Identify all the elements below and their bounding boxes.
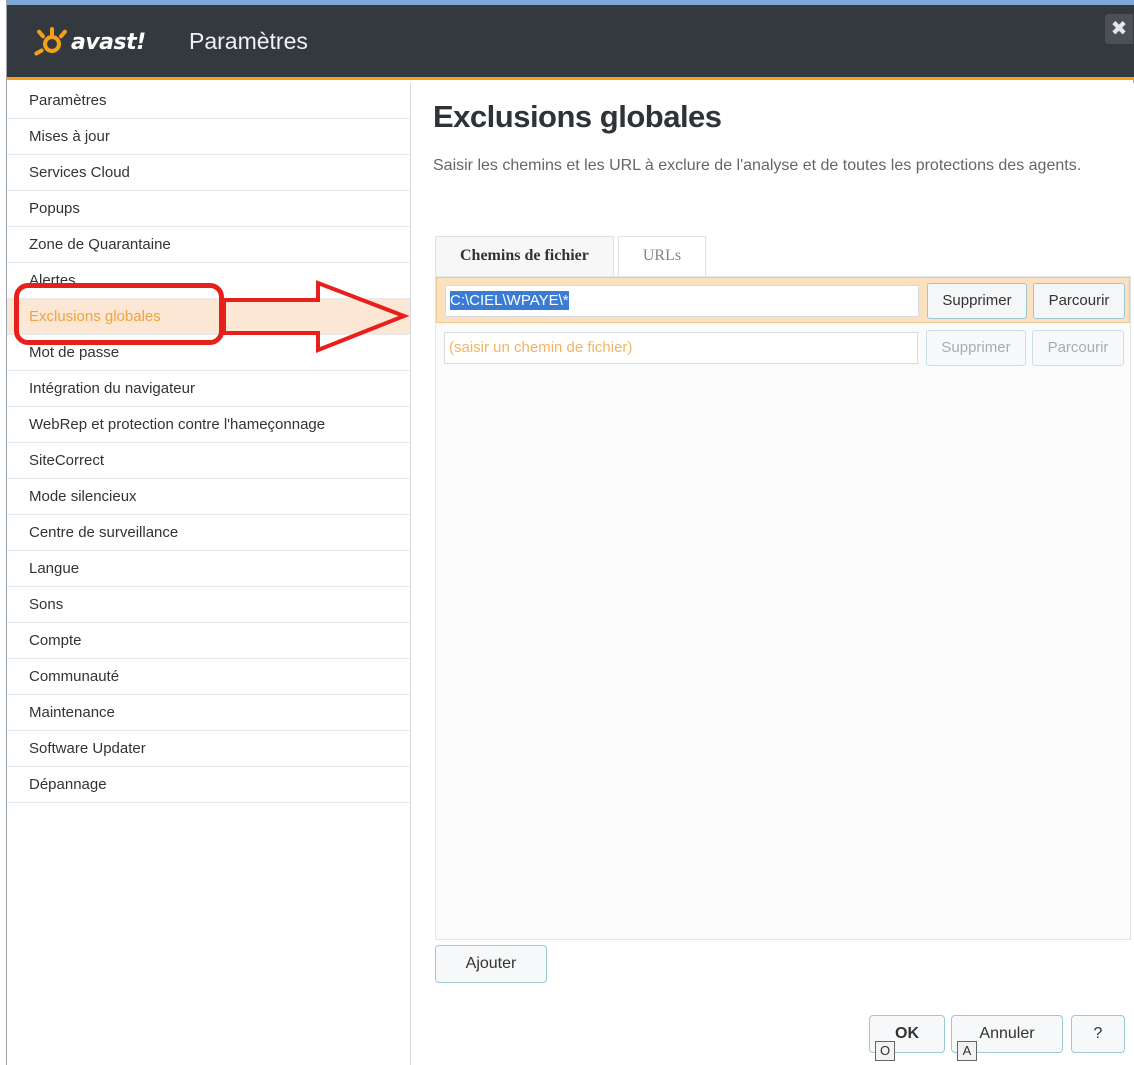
title-bar: avast! Paramètres ✖ [7, 0, 1134, 80]
brand-wordmark: avast! [71, 29, 146, 55]
exclusion-row-empty: (saisir un chemin de fichier) Supprimer … [436, 325, 1130, 371]
browse-button-disabled: Parcourir [1032, 330, 1124, 366]
help-button[interactable]: ? [1071, 1015, 1125, 1053]
sidebar-item-mises-a-jour[interactable]: Mises à jour [7, 119, 410, 155]
exclusions-list: C:\CIEL\WPAYE\* Supprimer Parcourir (sai… [435, 276, 1131, 940]
sidebar-item-langue[interactable]: Langue [7, 551, 410, 587]
browse-button[interactable]: Parcourir [1033, 283, 1125, 319]
highlight-annotation [14, 283, 224, 345]
avast-ball-icon [33, 27, 68, 57]
cancel-label: Annuler [979, 1025, 1035, 1042]
page-description: Saisir les chemins et les URL à exclure … [433, 157, 1082, 174]
tab-file-paths[interactable]: Chemins de fichier [435, 236, 614, 276]
selected-path-text: C:\CIEL\WPAYE\* [450, 291, 569, 310]
title-bar-accent-line [7, 0, 1134, 5]
sidebar-item-zone-de-quarantaine[interactable]: Zone de Quarantaine [7, 227, 410, 263]
ok-label: OK [895, 1025, 919, 1042]
sidebar-item-sitecorrect[interactable]: SiteCorrect [7, 443, 410, 479]
close-button[interactable]: ✖ [1105, 14, 1133, 44]
close-icon: ✖ [1110, 16, 1128, 40]
sidebar-item-popups[interactable]: Popups [7, 191, 410, 227]
sidebar-item-webrep[interactable]: WebRep et protection contre l'hameçonnag… [7, 407, 410, 443]
main-content: Exclusions globales Saisir les chemins e… [411, 83, 1134, 1065]
settings-window: avast! Paramètres ✖ Paramètres Mises à j… [6, 0, 1134, 1065]
avast-logo: avast! [33, 26, 146, 58]
sidebar-item-integration-navigateur[interactable]: Intégration du navigateur [7, 371, 410, 407]
new-path-input[interactable]: (saisir un chemin de fichier) [444, 332, 918, 364]
cancel-hotkey-hint: A [957, 1041, 977, 1061]
tab-urls[interactable]: URLs [617, 236, 707, 276]
path-input[interactable]: C:\CIEL\WPAYE\* [445, 285, 919, 317]
sidebar-item-mode-silencieux[interactable]: Mode silencieux [7, 479, 410, 515]
settings-sidebar: Paramètres Mises à jour Services Cloud P… [7, 83, 411, 1065]
exclusion-row: C:\CIEL\WPAYE\* Supprimer Parcourir [436, 277, 1130, 323]
ok-hotkey-hint: O [875, 1041, 895, 1061]
sidebar-item-maintenance[interactable]: Maintenance [7, 695, 410, 731]
sidebar-item-centre-de-surveillance[interactable]: Centre de surveillance [7, 515, 410, 551]
page-title: Exclusions globales [433, 99, 722, 134]
sidebar-item-communaute[interactable]: Communauté [7, 659, 410, 695]
sidebar-item-software-updater[interactable]: Software Updater [7, 731, 410, 767]
sidebar-item-services-cloud[interactable]: Services Cloud [7, 155, 410, 191]
window-title: Paramètres [189, 28, 308, 54]
delete-button-disabled: Supprimer [926, 330, 1026, 366]
sidebar-item-sons[interactable]: Sons [7, 587, 410, 623]
sidebar-item-parametres[interactable]: Paramètres [7, 83, 410, 119]
sidebar-item-depannage[interactable]: Dépannage [7, 767, 410, 803]
add-button[interactable]: Ajouter [435, 945, 547, 983]
tab-bar: Chemins de fichier URLs [435, 236, 707, 276]
sidebar-item-compte[interactable]: Compte [7, 623, 410, 659]
delete-button[interactable]: Supprimer [927, 283, 1027, 319]
